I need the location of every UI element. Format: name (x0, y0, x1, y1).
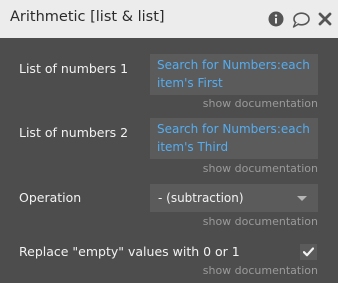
property-editor-panel: Arithmetic [list & list] List of numbers… (0, 0, 338, 283)
panel-title: Arithmetic [list & list] (10, 9, 165, 25)
checkmark-icon (303, 247, 314, 257)
operation-dropdown[interactable]: - (subtraction) (150, 184, 318, 212)
show-documentation-link[interactable]: show documentation (203, 97, 318, 110)
list-of-numbers-1-label: List of numbers 1 (19, 61, 129, 76)
comment-icon[interactable] (292, 12, 310, 28)
replace-empty-label: Replace "empty" values with 0 or 1 (19, 244, 240, 259)
replace-empty-checkbox[interactable] (300, 244, 317, 260)
list-of-numbers-2-expression[interactable]: Search for Numbers:each item's Third (150, 118, 318, 159)
show-documentation-link[interactable]: show documentation (203, 162, 318, 175)
show-documentation-link[interactable]: show documentation (203, 264, 318, 277)
operation-label: Operation (19, 190, 82, 205)
list-of-numbers-1-expression[interactable]: Search for Numbers:each item's First (150, 54, 318, 95)
info-icon[interactable] (268, 11, 284, 27)
show-documentation-link[interactable]: show documentation (203, 215, 318, 228)
list-of-numbers-2-label: List of numbers 2 (19, 125, 129, 140)
list-of-numbers-1-value: Search for Numbers:each item's First (157, 58, 310, 90)
panel-header: Arithmetic [list & list] (0, 0, 338, 38)
list-of-numbers-2-value: Search for Numbers:each item's Third (157, 122, 310, 154)
close-icon[interactable] (318, 12, 334, 28)
chevron-down-icon (297, 196, 307, 201)
operation-selected-value: - (subtraction) (158, 191, 244, 205)
